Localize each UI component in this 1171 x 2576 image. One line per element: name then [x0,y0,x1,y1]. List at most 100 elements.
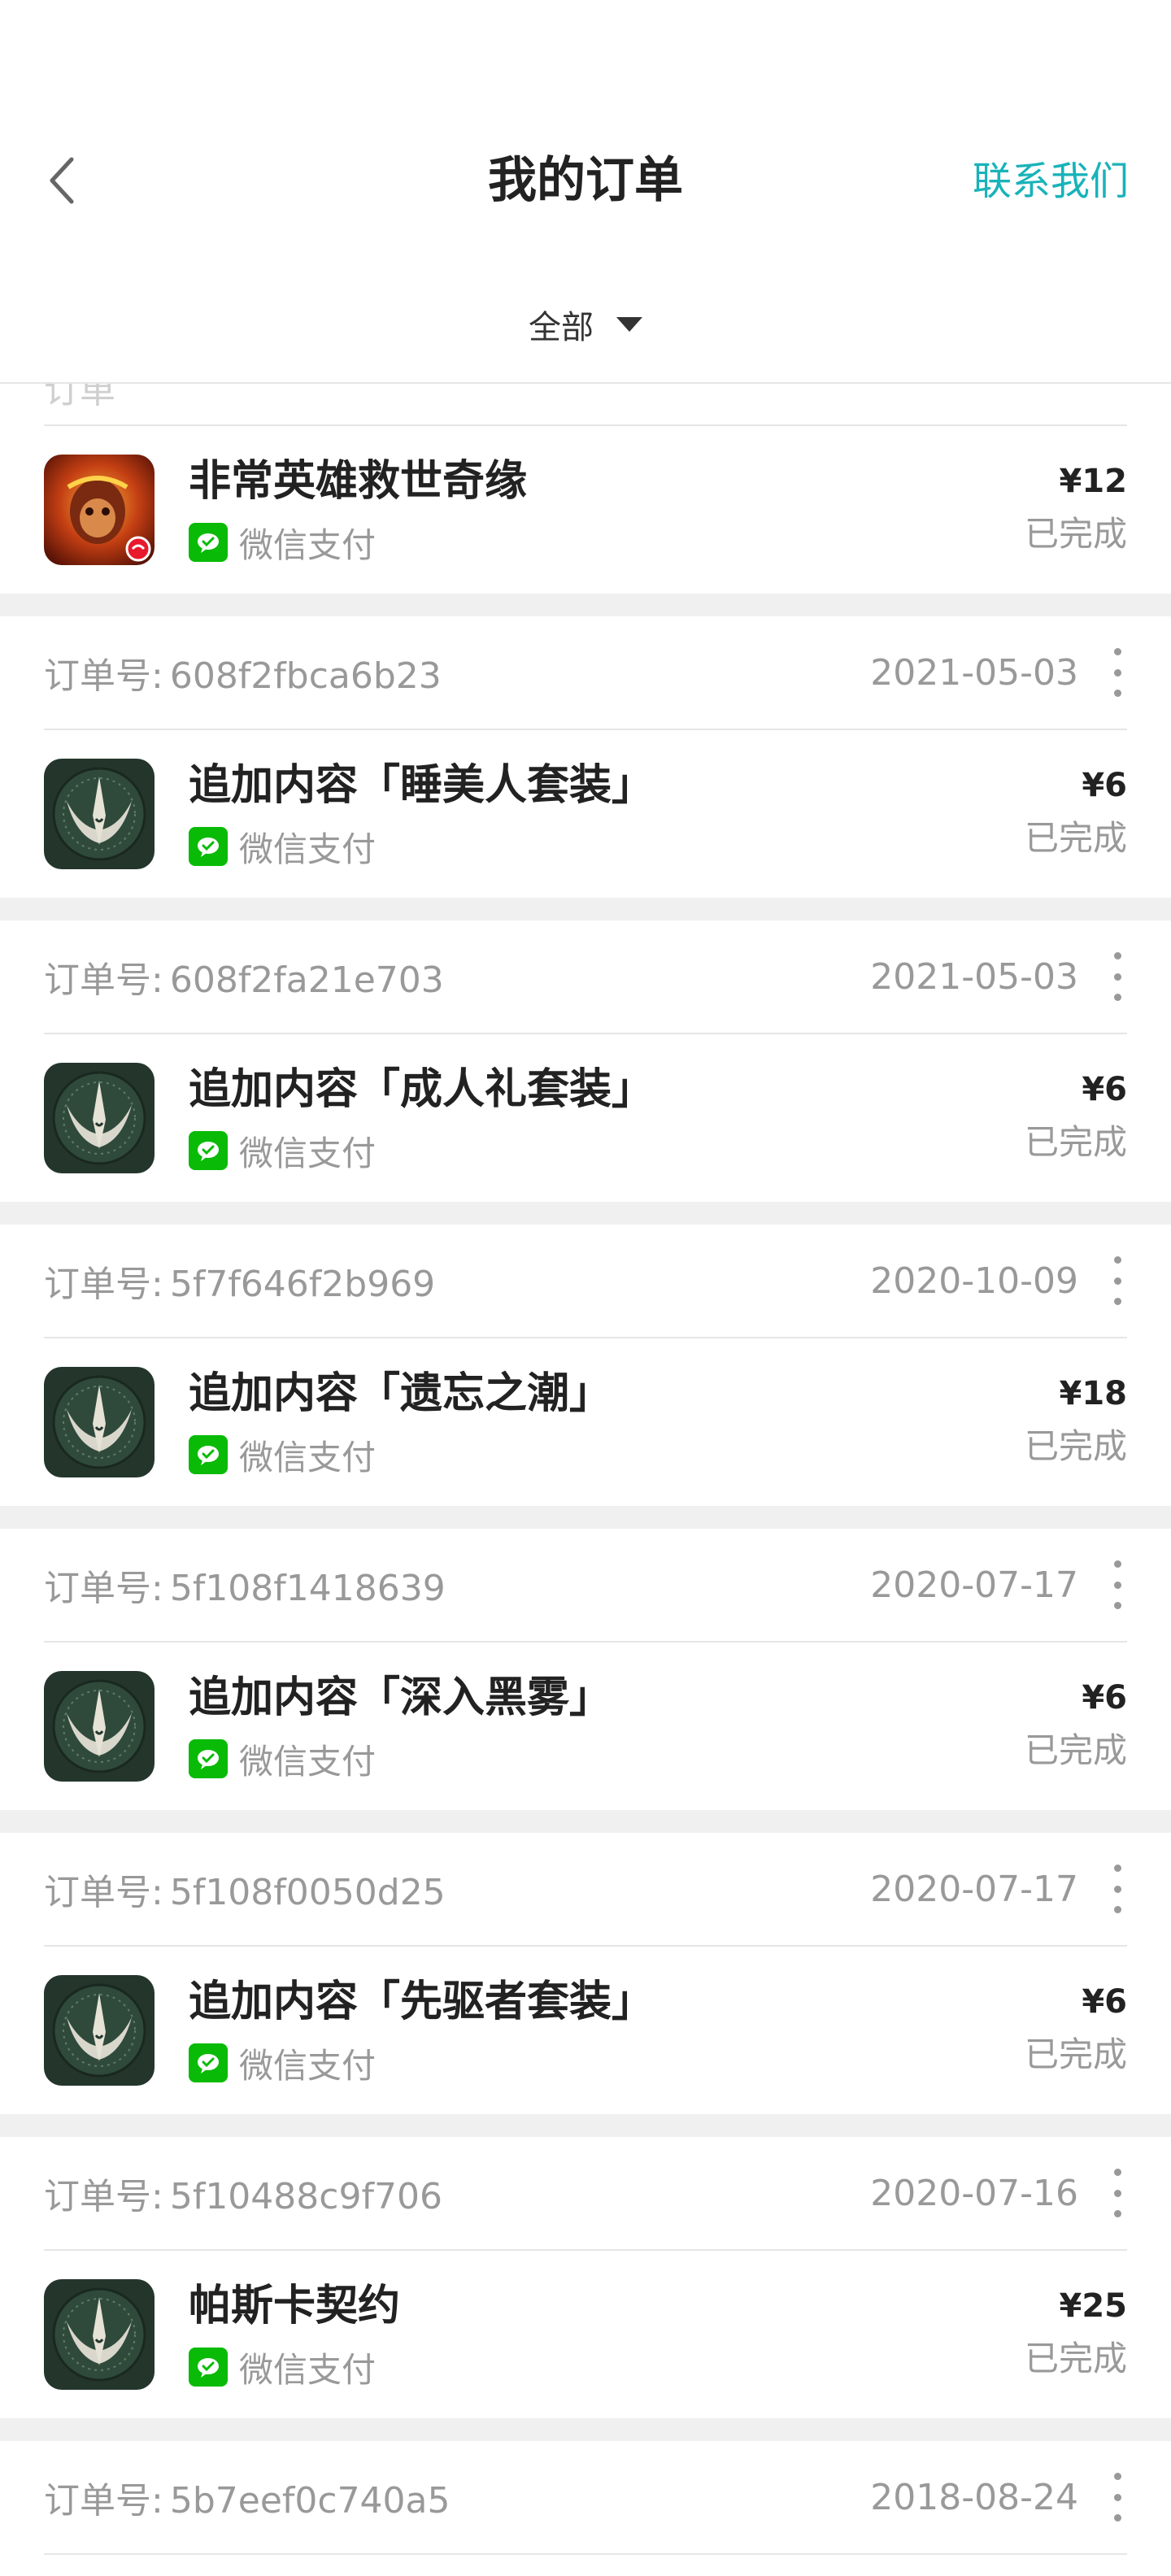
order-card[interactable]: 订单号:608f2fa21e703 2021-05-03 追加内容「成人礼套装 [0,920,1171,1202]
order-number-value: 5f7f646f2b969 [169,1264,436,1305]
order-card[interactable]: 订单 非常英雄救世奇缘 微信支付 ¥12 已完成 [0,384,1171,594]
order-card[interactable]: 订单号:5f108f0050d25 2020-07-17 追加内容「先驱者套装 [0,1833,1171,2114]
emblem-game-icon [44,1063,155,1173]
order-number-label: 订单号: [44,1264,163,1305]
order-card[interactable]: 订单号: 5b7eef0c740a5 2018-08-24 [0,2441,1171,2555]
order-list[interactable]: 订单 非常英雄救世奇缘 微信支付 ¥12 已完成 订单号: 608f2fbca6… [0,384,1171,2555]
order-date: 2018-08-24 [870,2476,1078,2518]
order-info: 追加内容「深入黑雾」 微信支付 [189,1669,1025,1784]
order-body[interactable]: 非常英雄救世奇缘 微信支付 ¥12 已完成 [44,426,1127,594]
dot-icon [1113,973,1121,981]
order-number-label: 订单号: [44,1872,163,1913]
payment-label: 微信支付 [239,829,377,869]
order-info: 追加内容「睡美人套装」 微信支付 [189,757,1025,872]
more-options-button[interactable] [1108,2469,1127,2525]
order-number-value: 5f108f1418639 [169,1568,446,1609]
emblem-game-icon [44,1975,155,2086]
product-name: 追加内容「先驱者套装」 [189,1977,655,2026]
order-number-label: 订单号: [44,959,163,1001]
order-card[interactable]: 订单号:5f7f646f2b969 2020-10-09 追加内容「遗忘之潮」 [0,1225,1171,1506]
emblem-game-icon [44,1671,155,1782]
dot-icon [1113,952,1121,959]
product-name: 追加内容「深入黑雾」 [189,1673,612,1722]
order-body[interactable]: 追加内容「睡美人套装」 微信支付 ¥6 已完成 [44,730,1127,898]
order-price: ¥18 [1059,1375,1128,1412]
order-info: 追加内容「遗忘之潮」 微信支付 [189,1365,1025,1480]
payment-method: 微信支付 [189,2039,1025,2088]
dot-icon [1113,1560,1121,1568]
order-body[interactable]: 追加内容「遗忘之潮」 微信支付 ¥18 已完成 [44,1338,1127,1506]
order-price: ¥6 [1082,767,1127,804]
order-number-label: 订单号: [44,2480,163,2522]
order-date: 2021-05-03 [870,651,1078,694]
wechat-pay-icon [189,523,228,562]
card-separator [0,594,1171,616]
dot-icon [1113,994,1121,1001]
order-number: 订单号: 5f10488c9f706 [44,2167,442,2219]
emblem-game-icon [44,759,155,869]
order-header: 订单号: 5b7eef0c740a5 2018-08-24 [44,2441,1127,2555]
dot-icon [1113,1256,1121,1264]
order-card[interactable]: 订单号:608f2fbca6b23 2021-05-03 追加内容「睡美人套装 [0,616,1171,898]
order-price: ¥6 [1082,1679,1127,1717]
payment-method: 微信支付 [189,1126,1025,1176]
order-info: 非常英雄救世奇缘 微信支付 [189,453,1025,568]
top-bar: 我的订单 联系我们 全部 [0,0,1171,384]
order-status: 已完成 [1024,1730,1127,1770]
card-separator [0,1202,1171,1225]
wechat-pay-icon [189,827,228,866]
order-number: 订单号: 5f108f0050d25 [44,1863,446,1915]
dot-icon [1113,2493,1121,2501]
card-separator [0,1810,1171,1833]
dot-icon [1113,1885,1121,1893]
order-body[interactable]: 追加内容「先驱者套装」 微信支付 ¥6 已完成 [44,1947,1127,2114]
order-card[interactable]: 订单号:5f108f1418639 2020-07-17 追加内容「深入黑雾」 [0,1529,1171,1810]
payment-method: 微信支付 [189,1734,1025,1784]
more-options-button[interactable] [1108,645,1127,700]
order-body[interactable]: 追加内容「成人礼套装」 微信支付 ¥6 已完成 [44,1034,1127,1202]
dot-icon [1113,2189,1121,2197]
payment-label: 微信支付 [239,1741,377,1782]
order-body[interactable]: 帕斯卡契约 微信支付 ¥25 已完成 [44,2251,1127,2418]
order-number: 订单号: 5b7eef0c740a5 [44,2471,451,2523]
wechat-pay-icon [189,1739,228,1778]
product-name: 帕斯卡契约 [189,2281,401,2330]
order-card[interactable]: 订单号: 5f10488c9f706 2020-07-16 帕斯卡契约 微信支付… [0,2137,1171,2418]
order-header-right: 2018-08-24 [870,2469,1127,2525]
order-header: 订单号: 5f10488c9f706 2020-07-16 [44,2137,1127,2251]
order-header-right: 2020-07-17 [870,1557,1127,1612]
dot-icon [1113,1602,1121,1609]
order-number-label: 订单号: [44,655,163,697]
order-info: 追加内容「成人礼套装」 微信支付 [189,1061,1025,1176]
order-body[interactable]: 追加内容「深入黑雾」 微信支付 ¥6 已完成 [44,1643,1127,1810]
card-separator [0,1506,1171,1529]
dot-icon [1113,2514,1121,2522]
more-options-button[interactable] [1108,1253,1127,1308]
order-date: 2020-07-17 [870,1868,1078,1910]
dot-icon [1113,690,1121,697]
order-status: 已完成 [1024,1426,1127,1466]
order-header-right: 2021-05-03 [870,645,1127,700]
caret-down-icon [616,317,642,332]
order-header-right: 2020-10-09 [870,1253,1127,1308]
order-info: 帕斯卡契约 微信支付 [189,2278,1025,2392]
price-status: ¥12 已完成 [1025,457,1127,563]
dot-icon [1113,2210,1121,2217]
dot-icon [1113,1277,1121,1285]
filter-dropdown[interactable]: 全部 [0,301,1171,348]
wechat-pay-icon [189,1131,228,1170]
more-options-button[interactable] [1108,949,1127,1004]
contact-us-link[interactable]: 联系我们 [973,153,1129,210]
dot-icon [1113,1906,1121,1913]
dot-icon [1113,1581,1121,1589]
dot-icon [1113,648,1121,655]
more-options-button[interactable] [1108,2165,1127,2221]
orders-screen: 我的订单 联系我们 全部 订单 非常英雄救世奇缘 微信支付 ¥12 已完成 订单… [0,0,1171,2576]
more-options-button[interactable] [1108,1557,1127,1612]
order-number-value: 5b7eef0c740a5 [169,2480,451,2522]
emblem-game-icon [44,2279,155,2390]
more-options-button[interactable] [1108,1861,1127,1917]
order-price: ¥12 [1059,463,1128,500]
dot-icon [1113,1865,1121,1872]
payment-label: 微信支付 [239,1133,377,1173]
